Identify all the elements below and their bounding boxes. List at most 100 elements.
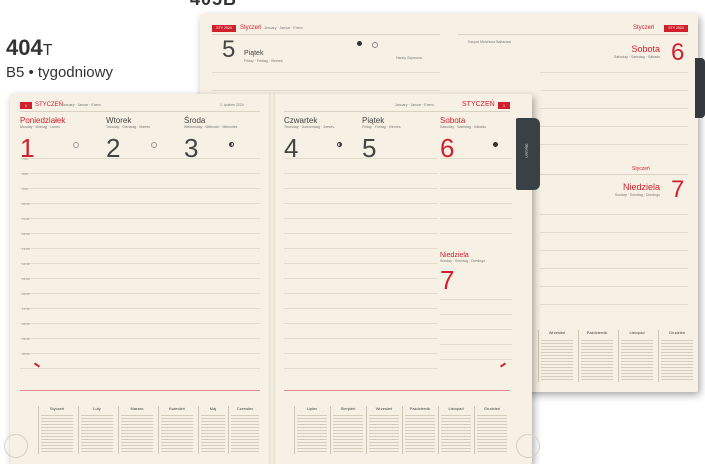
- cal-month-name: Październik: [409, 406, 431, 411]
- back-tag-left: STY 2024: [212, 25, 236, 32]
- back-day-right-num: 6: [671, 39, 685, 66]
- front-bottom-calendar-right: Lipiec Sierpień Wrzesień Październik Lis…: [284, 406, 510, 454]
- back-cal-month-name: Grudzień: [668, 330, 686, 335]
- day-sub: Thursday · Donnerstag · Jueves: [284, 125, 334, 129]
- moon-phase-icon: [151, 142, 157, 148]
- product-code-number: 404: [6, 35, 43, 60]
- front-week-label: 1. tydzień 2024: [220, 103, 244, 107]
- back-month-right: Styczeń: [633, 25, 655, 31]
- back-cal-month-name: Wrzesień: [548, 330, 566, 335]
- day-sub: Friday · Freitag · Viernes: [362, 125, 401, 129]
- front-spine: [269, 94, 275, 464]
- front-month: STYCZEŃ: [35, 102, 64, 108]
- back-sunday-month: Styczeń: [632, 166, 650, 172]
- cal-month-name: Lipiec: [306, 406, 318, 411]
- back-day-left-num: 5: [222, 36, 236, 63]
- back-header-rule-right: [458, 34, 688, 35]
- hour-labels: 7:00 8:00 9:00 10:00 11:00 12:00 13:00 1…: [22, 152, 36, 362]
- moon-phase-icon: [493, 142, 498, 147]
- back-cal-month-name: Październik: [586, 330, 608, 335]
- hour-label: 10:00: [22, 202, 30, 206]
- hour-label: 16:00: [22, 292, 30, 296]
- product-partial-code: 405B: [190, 0, 237, 10]
- calendar-separator-left: [20, 390, 260, 391]
- back-sunday-num: 7: [671, 176, 685, 203]
- cal-month-name: Grudzień: [483, 406, 501, 411]
- hour-label: 15:00: [22, 277, 30, 281]
- hour-grid-right: [284, 158, 438, 370]
- hour-label: 11:00: [22, 217, 30, 221]
- hour-label: 14:00: [22, 262, 30, 266]
- moon-phase-icon: [337, 142, 342, 147]
- day-sub: Wednesday · Mittwoch · Miércoles: [184, 125, 238, 129]
- cal-month: Kwiecień: [158, 406, 195, 454]
- back-cal-month: Listopad: [618, 330, 655, 382]
- calendar-separator-right: [284, 390, 510, 391]
- sunday-number: 7: [440, 265, 455, 295]
- back-day-left-name: Piątek: [244, 50, 264, 57]
- hour-label: 9:00: [22, 187, 28, 191]
- front-month-right: STYCZEŃ: [462, 101, 495, 108]
- week-badge-right-text: 1: [502, 103, 506, 108]
- front-month-sub: January · Januar · Enero: [62, 103, 101, 107]
- cal-month: Styczeń: [38, 406, 75, 454]
- hour-label: 8:00: [22, 172, 28, 176]
- back-day-right-name: Sobota: [631, 44, 660, 54]
- back-month-left-sub: January · Januar · Enero: [264, 26, 303, 30]
- moon-phase-icon: [73, 142, 79, 148]
- sunday-lines: [440, 299, 512, 371]
- day-name: Poniedziałek: [20, 116, 66, 125]
- cal-month: Wrzesień: [366, 406, 401, 454]
- page-corner: [4, 434, 28, 458]
- saturday-lines: [440, 158, 512, 248]
- week-badge-right: 1: [498, 102, 510, 109]
- cal-month: Październik: [402, 406, 437, 454]
- day-sub: Tuesday · Dienstag · Martes: [106, 125, 151, 129]
- cal-month: Lipiec: [294, 406, 329, 454]
- cal-month-name: Marzec: [130, 406, 144, 411]
- day-name: Czwartek: [284, 116, 318, 125]
- day-name: Piątek: [362, 116, 385, 125]
- front-index-tab: Styczeń: [516, 118, 540, 190]
- back-right-lines-top: [540, 72, 688, 162]
- cal-month: Grudzień: [474, 406, 509, 454]
- back-tag-right-text: STY 2024: [668, 26, 684, 30]
- day-name: Środa: [184, 116, 206, 125]
- back-cal-month-name: Listopad: [629, 330, 645, 335]
- cal-month-name: Maj: [209, 406, 217, 411]
- day-name: Wtorek: [106, 116, 132, 125]
- cal-month-name: Kwiecień: [168, 406, 185, 411]
- front-month-right-sub: January · Januar · Enero: [395, 103, 434, 107]
- moon-phase-icon: [372, 42, 378, 48]
- moon-phase-icon: [357, 41, 362, 46]
- day-name: Sobota: [440, 116, 466, 125]
- front-index-tab-label: Styczeń: [524, 143, 530, 158]
- back-sunday-lines: [540, 214, 688, 324]
- front-header-rule-right: [284, 111, 510, 112]
- cal-month-name: Styczeń: [49, 406, 65, 411]
- back-sunday-name: Niedziela: [622, 182, 660, 192]
- cal-month-name: Luty: [93, 406, 101, 411]
- day-sub: Monday · Montag · Lunes: [20, 125, 60, 129]
- sunday-name: Niedziela: [440, 252, 469, 259]
- back-name-days-left: Hanny Szymona: [396, 56, 422, 60]
- product-code-suffix: T: [42, 42, 53, 59]
- hour-label: 7:00: [22, 157, 28, 161]
- week-badge: 1: [20, 102, 32, 109]
- back-tag-right: STY 2024: [664, 25, 688, 32]
- page-corner: [516, 434, 540, 458]
- cal-month: Sierpień: [330, 406, 365, 454]
- day-sub: Saturday · Samstag · Sábado: [440, 125, 487, 129]
- cal-month-name: Czerwiec: [236, 406, 254, 411]
- front-header-rule-left: [20, 111, 260, 112]
- back-bottom-calendar: Wrzesień Październik Listopad Grudzień: [528, 330, 694, 382]
- cal-month: Luty: [78, 406, 115, 454]
- hour-label: 13:00: [22, 247, 30, 251]
- back-sunday-sub: Sunday · Sonntag · Domingo: [614, 193, 660, 197]
- back-name-days-right: Kacpra Melchiora Baltazara: [468, 40, 511, 44]
- product-subtitle: B5 • tygodniowy: [6, 64, 113, 81]
- hour-label: 17:00: [22, 307, 30, 311]
- cal-month-name: Sierpień: [340, 406, 356, 411]
- back-day-right-sub: Saturday · Samstag · Sábado: [613, 55, 660, 59]
- back-header-rule-left: [212, 34, 440, 35]
